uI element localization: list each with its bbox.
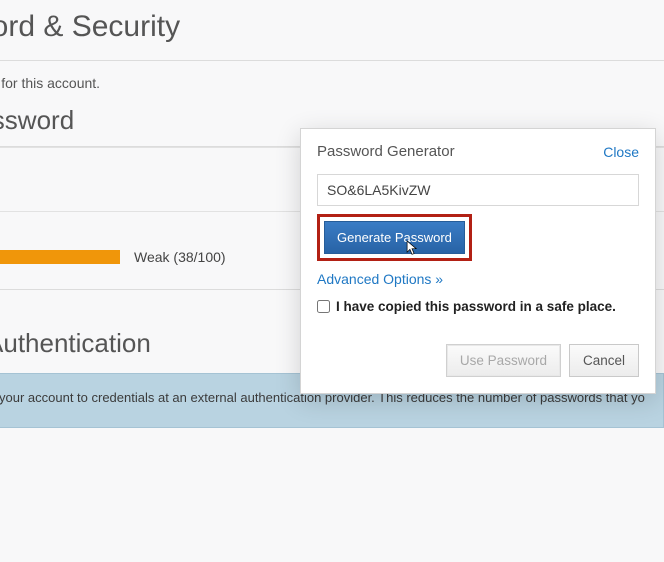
advanced-options-link[interactable]: Advanced Options » — [317, 271, 443, 287]
strength-text: Weak (38/100) — [134, 249, 226, 265]
generated-password-input[interactable] — [317, 174, 639, 206]
copied-checkbox[interactable] — [317, 300, 330, 313]
cancel-button[interactable]: Cancel — [569, 344, 639, 377]
strength-meter — [0, 250, 120, 264]
generate-password-button[interactable]: Generate Password — [324, 221, 465, 254]
password-generator-modal: Password Generator Close Generate Passwo… — [300, 128, 656, 394]
page-title: ssword & Security — [0, 0, 664, 60]
modal-title: Password Generator — [317, 143, 455, 160]
copied-label[interactable]: I have copied this password in a safe pl… — [336, 299, 616, 314]
highlight-box: Generate Password — [317, 214, 472, 261]
close-link[interactable]: Close — [603, 144, 639, 160]
use-password-button[interactable]: Use Password — [446, 344, 561, 377]
intro-text: sword for this account. — [0, 61, 664, 101]
